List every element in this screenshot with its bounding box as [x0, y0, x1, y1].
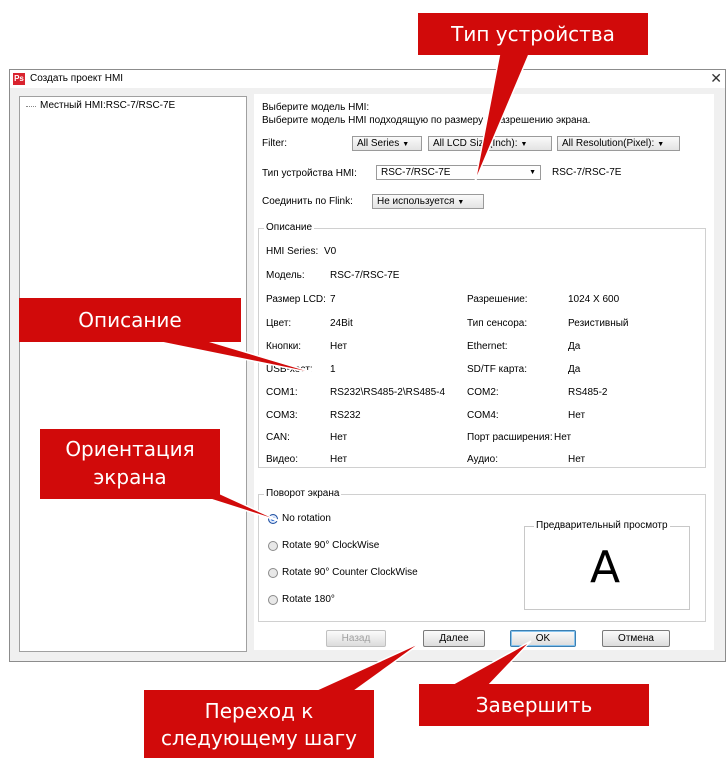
callout-arrows	[149, 51, 532, 695]
callout-finish: Завершить	[419, 684, 649, 726]
callout-description: Описание	[19, 298, 241, 342]
callout-next-step-line2: следующему шагу	[161, 726, 357, 750]
callout-next-step: Переход к следующему шагу	[144, 690, 374, 758]
callout-next-step-line1: Переход к	[204, 699, 314, 723]
finish-arrow	[445, 640, 532, 689]
description-arrow	[149, 339, 323, 376]
callout-device-type: Тип устройства	[418, 13, 648, 55]
callout-orientation-line2: экрана	[93, 465, 167, 489]
callout-orientation-line1: Ориентация	[65, 437, 195, 461]
device-type-arrow	[474, 51, 532, 183]
callout-orientation: Ориентация экрана	[40, 429, 220, 499]
next-step-arrow	[307, 641, 423, 695]
